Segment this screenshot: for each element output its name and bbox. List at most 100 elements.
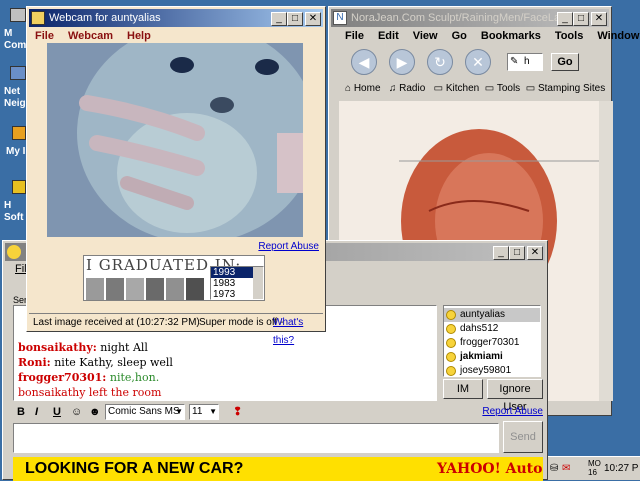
go-button[interactable]: Go: [551, 53, 579, 71]
user-status-icon: [446, 324, 456, 334]
search-field[interactable]: ✎ h: [507, 53, 543, 71]
browser-minimize-button[interactable]: _: [557, 12, 573, 26]
back-icon[interactable]: ◀: [351, 49, 377, 75]
webcam-face-image: [77, 43, 303, 237]
browser-menu-file[interactable]: File: [345, 30, 364, 42]
chat-message: Roni: nite Kathy, sleep well: [18, 356, 173, 369]
user-status-icon: [446, 310, 456, 320]
year-scrollbar[interactable]: [253, 267, 263, 299]
bookmark-home[interactable]: ⌂ Home: [345, 83, 381, 94]
browser-app-icon: N: [333, 11, 347, 25]
webcam-window: Webcam for auntyalias _ □ ✕ File Webcam He…: [26, 6, 326, 346]
whats-this-link[interactable]: What's this?: [273, 314, 323, 350]
tray-day: MO 16: [588, 459, 601, 477]
user-list-item[interactable]: frogger70301: [444, 336, 540, 350]
user-list-item[interactable]: jakmiami: [444, 350, 540, 364]
bookmark-tools[interactable]: ▭ Tools: [485, 83, 520, 94]
bookmarks-toolbar: ⌂ Home ♫ Radio ▭ Kitchen ▭ Tools ▭ Stamp…: [345, 81, 611, 97]
stop-icon[interactable]: ✕: [465, 49, 491, 75]
browser-maximize-button[interactable]: □: [573, 12, 589, 26]
italic-button[interactable]: I: [35, 403, 38, 421]
message-input[interactable]: [13, 423, 499, 453]
yahoo-autos-logo: YAHOO! Auto: [437, 461, 543, 477]
graduation-ad[interactable]: I GRADUATED IN: 1993 1983 1973: [83, 255, 265, 301]
webcam-title: Webcam for auntyalias: [49, 12, 161, 24]
user-list-item[interactable]: dahs512: [444, 322, 540, 336]
font-size-select[interactable]: 11 ▼: [189, 404, 219, 420]
bookmark-radio[interactable]: ♫ Radio: [389, 83, 425, 94]
font-select[interactable]: Comic Sans MS ▼: [105, 404, 185, 420]
ignore-user-button[interactable]: Ignore User: [487, 379, 543, 413]
webcam-image: [47, 43, 303, 237]
chat-maximize-button[interactable]: □: [509, 246, 525, 260]
year-select-list[interactable]: 1993 1983 1973: [210, 266, 264, 300]
webcam-minimize-button[interactable]: _: [271, 12, 287, 26]
send-button[interactable]: Send: [503, 421, 543, 453]
im-button[interactable]: IM: [443, 379, 483, 399]
chat-message: bonsaikathy: night All: [18, 341, 148, 354]
alert-icon[interactable]: ❢: [233, 403, 242, 421]
browser-menu-tools[interactable]: Tools: [555, 30, 584, 42]
browser-menu-view[interactable]: View: [413, 30, 438, 42]
chat-menu-file[interactable]: Fil: [15, 263, 27, 275]
yearbook-photo: [166, 278, 184, 300]
chat-minimize-button[interactable]: _: [493, 246, 509, 260]
network-tray-icon[interactable]: ⛁: [550, 463, 558, 474]
webcam-close-button[interactable]: ✕: [305, 12, 321, 26]
webcam-app-icon: [31, 11, 45, 25]
webcam-status-bar: Last image received at (10:27:32 PM) Sup…: [29, 313, 323, 346]
chat-close-button[interactable]: ✕: [527, 246, 543, 260]
smiley-icon[interactable]: ☺: [71, 403, 82, 421]
yearbook-photo: [186, 278, 204, 300]
user-list-item[interactable]: auntyalias: [444, 308, 540, 322]
webcam-report-abuse-link[interactable]: Report Abuse: [258, 241, 319, 252]
software-icon[interactable]: [12, 180, 26, 194]
browser-menu-go[interactable]: Go: [452, 30, 467, 42]
mail-tray-icon[interactable]: ✉: [562, 463, 570, 474]
bookmark-kitchen[interactable]: ▭ Kitchen: [434, 83, 480, 94]
bold-button[interactable]: B: [17, 403, 25, 421]
yearbook-photo: [146, 278, 164, 300]
chevron-down-icon: ▼: [209, 407, 217, 416]
user-status-icon: [446, 366, 456, 376]
browser-menu-edit[interactable]: Edit: [378, 30, 399, 42]
browser-nav-toolbar: ◀ ▶ ↻ ✕ ✎ h Go: [339, 47, 611, 79]
webcam-menu-help[interactable]: Help: [127, 30, 151, 42]
browser-menubar: FileEditViewGoBookmarksToolsWindowHe: [345, 27, 639, 45]
my-computer-icon[interactable]: [10, 8, 26, 22]
browser-scrollbar[interactable]: [599, 101, 613, 401]
browser-menu-bookmarks[interactable]: Bookmarks: [481, 30, 541, 42]
browser-titlebar[interactable]: N NoraJean.Com Sculpt/RainingMen/FaceLay…: [331, 9, 609, 27]
chat-message: bonsaikathy left the room: [18, 386, 162, 399]
underline-button[interactable]: U: [53, 403, 61, 421]
user-list[interactable]: auntyalias dahs512 frogger70301 jakmiami…: [443, 305, 541, 377]
bookmark-stamping[interactable]: ▭ Stamping Sites: [526, 83, 606, 94]
chat-report-abuse-link[interactable]: Report Abuse: [482, 403, 543, 421]
yearbook-photo: [86, 278, 104, 300]
yearbook-photo: [106, 278, 124, 300]
webcam-menu-file[interactable]: File: [35, 30, 54, 42]
reload-icon[interactable]: ↻: [427, 49, 453, 75]
search-field-icon: ✎: [510, 56, 519, 67]
car-ad-banner[interactable]: LOOKING FOR A NEW CAR? YAHOO! Auto: [13, 457, 543, 481]
forward-icon[interactable]: ▶: [389, 49, 415, 75]
browser-close-button[interactable]: ✕: [591, 12, 607, 26]
system-tray: ⛁ ✉ MO 16 10:27 P: [548, 456, 640, 480]
user-list-item[interactable]: josey59801: [444, 364, 540, 378]
webcam-maximize-button[interactable]: □: [287, 12, 303, 26]
chat-app-icon: [7, 245, 21, 259]
user-status-icon: [446, 338, 456, 348]
my-documents-icon[interactable]: [12, 126, 26, 140]
year-option-selected[interactable]: 1993: [211, 267, 253, 278]
tray-clock[interactable]: 10:27 P: [604, 463, 638, 474]
emoticon-icon[interactable]: ☻: [89, 403, 101, 421]
network-neighborhood-icon[interactable]: [10, 66, 26, 80]
yearbook-photo: [126, 278, 144, 300]
chat-message: frogger70301: nite,hon.: [18, 371, 160, 384]
webcam-titlebar[interactable]: Webcam for auntyalias _ □ ✕: [29, 9, 323, 27]
browser-menu-window[interactable]: Window: [597, 30, 639, 42]
car-ad-text: LOOKING FOR A NEW CAR?: [25, 460, 244, 477]
yearbook-photos: [86, 278, 206, 300]
webcam-menu-webcam[interactable]: Webcam: [68, 30, 113, 42]
format-toolbar: B I U ☺ ☻ Comic Sans MS ▼ 11 ▼ ❢ Report Ab…: [13, 403, 543, 421]
